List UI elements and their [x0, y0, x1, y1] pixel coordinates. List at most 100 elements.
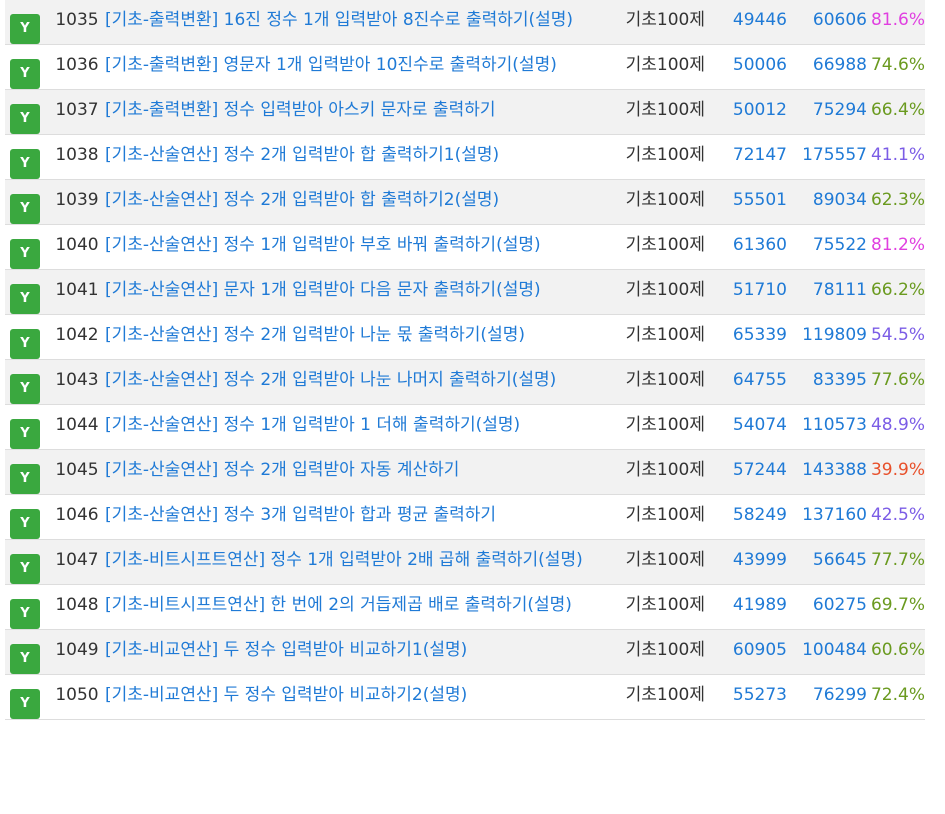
solved-count-link[interactable]: 41989 — [715, 592, 787, 619]
problem-id: 1038 — [55, 145, 99, 165]
submit-count-link[interactable]: 78111 — [787, 277, 867, 304]
solved-count-link[interactable]: 64755 — [715, 367, 787, 394]
submit-count-link[interactable]: 75294 — [787, 97, 867, 124]
problem-category: 기초100제 — [625, 190, 705, 210]
solved-cell: 55501 — [715, 179, 787, 225]
solved-badge[interactable]: Y — [10, 104, 40, 134]
solved-count-link[interactable]: 51710 — [715, 277, 787, 304]
submit-count-link[interactable]: 60606 — [787, 7, 867, 34]
problem-row: Y 1041 [기초-산술연산] 문자 1개 입력받아 다음 문자 출력하기(설… — [5, 269, 925, 315]
solved-cell: 57244 — [715, 449, 787, 495]
problem-title-link[interactable]: [기초-비교연산] 두 정수 입력받아 비교하기2(설명) — [105, 682, 613, 709]
submit-count-link[interactable]: 137160 — [787, 502, 867, 529]
submit-count-link[interactable]: 76299 — [787, 682, 867, 709]
accept-rate: 42.5% — [870, 505, 925, 525]
solved-count-link[interactable]: 61360 — [715, 232, 787, 259]
solved-count-link[interactable]: 65339 — [715, 322, 787, 349]
problem-id: 1037 — [55, 100, 99, 120]
solved-badge[interactable]: Y — [10, 239, 40, 269]
problem-title-link[interactable]: [기초-산술연산] 정수 2개 입력받아 합 출력하기2(설명) — [105, 187, 613, 214]
problem-title-link[interactable]: [기초-산술연산] 정수 2개 입력받아 나눈 몫 출력하기(설명) — [105, 322, 613, 349]
solved-badge[interactable]: Y — [10, 554, 40, 584]
problem-id: 1047 — [55, 550, 99, 570]
submit-count-link[interactable]: 100484 — [787, 637, 867, 664]
problem-id-cell: 1045 — [49, 449, 105, 495]
rate-cell: 77.6% — [867, 359, 925, 405]
problem-title-link[interactable]: [기초-출력변환] 16진 정수 1개 입력받아 8진수로 출력하기(설명) — [105, 7, 613, 34]
solved-badge[interactable]: Y — [10, 689, 40, 719]
solved-badge[interactable]: Y — [10, 149, 40, 179]
solved-count-link[interactable]: 50012 — [715, 97, 787, 124]
solved-badge[interactable]: Y — [10, 284, 40, 314]
problem-id: 1042 — [55, 325, 99, 345]
solved-count-link[interactable]: 49446 — [715, 7, 787, 34]
submit-count-link[interactable]: 119809 — [787, 322, 867, 349]
problem-title-link[interactable]: [기초-비트시프트연산] 정수 1개 입력받아 2배 곱해 출력하기(설명) — [105, 547, 613, 574]
solved-count-link[interactable]: 50006 — [715, 52, 787, 79]
solved-cell: 60905 — [715, 629, 787, 675]
submit-count-link[interactable]: 175557 — [787, 142, 867, 169]
problem-id: 1040 — [55, 235, 99, 255]
submit-count-link[interactable]: 66988 — [787, 52, 867, 79]
problem-title-link[interactable]: [기초-산술연산] 정수 1개 입력받아 1 더해 출력하기(설명) — [105, 412, 613, 439]
problem-list-table: Y 1035 [기초-출력변환] 16진 정수 1개 입력받아 8진수로 출력하… — [5, 0, 925, 720]
submits-cell: 76299 — [787, 674, 867, 720]
problem-title-link[interactable]: [기초-산술연산] 정수 2개 입력받아 자동 계산하기 — [105, 457, 613, 484]
submit-count-link[interactable]: 56645 — [787, 547, 867, 574]
solved-count-link[interactable]: 57244 — [715, 457, 787, 484]
category-cell: 기초100제 — [613, 449, 715, 495]
accept-rate: 62.3% — [870, 190, 925, 210]
solved-count-link[interactable]: 55501 — [715, 187, 787, 214]
problem-title-cell: [기초-산술연산] 문자 1개 입력받아 다음 문자 출력하기(설명) — [105, 269, 613, 315]
solved-cell: 55273 — [715, 674, 787, 720]
solved-badge[interactable]: Y — [10, 14, 40, 44]
submits-cell: 66988 — [787, 44, 867, 90]
solved-badge[interactable]: Y — [10, 644, 40, 674]
submits-cell: 75522 — [787, 224, 867, 270]
submit-count-link[interactable]: 60275 — [787, 592, 867, 619]
problem-category: 기초100제 — [625, 640, 705, 660]
accept-rate: 77.6% — [870, 370, 925, 390]
solved-badge[interactable]: Y — [10, 509, 40, 539]
solved-count-link[interactable]: 55273 — [715, 682, 787, 709]
problem-title-link[interactable]: [기초-산술연산] 정수 3개 입력받아 합과 평균 출력하기 — [105, 502, 613, 529]
problem-id-cell: 1047 — [49, 539, 105, 585]
solved-count-link[interactable]: 58249 — [715, 502, 787, 529]
submit-count-link[interactable]: 83395 — [787, 367, 867, 394]
badge-cell: Y — [5, 0, 49, 45]
solved-badge[interactable]: Y — [10, 419, 40, 449]
submit-count-link[interactable]: 75522 — [787, 232, 867, 259]
problem-id-cell: 1036 — [49, 44, 105, 90]
submit-count-link[interactable]: 143388 — [787, 457, 867, 484]
solved-count-link[interactable]: 72147 — [715, 142, 787, 169]
submits-cell: 75294 — [787, 89, 867, 135]
submit-count-link[interactable]: 89034 — [787, 187, 867, 214]
category-cell: 기초100제 — [613, 584, 715, 630]
problem-title-cell: [기초-산술연산] 정수 2개 입력받아 합 출력하기2(설명) — [105, 179, 613, 225]
problem-row: Y 1043 [기초-산술연산] 정수 2개 입력받아 나눈 나머지 출력하기(… — [5, 359, 925, 405]
solved-badge[interactable]: Y — [10, 374, 40, 404]
problem-title-link[interactable]: [기초-산술연산] 문자 1개 입력받아 다음 문자 출력하기(설명) — [105, 277, 613, 304]
problem-id: 1035 — [55, 10, 99, 30]
problem-title-link[interactable]: [기초-출력변환] 정수 입력받아 아스키 문자로 출력하기 — [105, 97, 613, 124]
problem-title-link[interactable]: [기초-비교연산] 두 정수 입력받아 비교하기1(설명) — [105, 637, 613, 664]
problem-title-link[interactable]: [기초-산술연산] 정수 2개 입력받아 나눈 나머지 출력하기(설명) — [105, 367, 613, 394]
problem-title-link[interactable]: [기초-산술연산] 정수 1개 입력받아 부호 바꿔 출력하기(설명) — [105, 232, 613, 259]
submit-count-link[interactable]: 110573 — [787, 412, 867, 439]
solved-badge[interactable]: Y — [10, 59, 40, 89]
solved-badge[interactable]: Y — [10, 464, 40, 494]
solved-badge[interactable]: Y — [10, 194, 40, 224]
problem-title-cell: [기초-산술연산] 정수 3개 입력받아 합과 평균 출력하기 — [105, 494, 613, 540]
solved-count-link[interactable]: 43999 — [715, 547, 787, 574]
problem-title-link[interactable]: [기초-비트시프트연산] 한 번에 2의 거듭제곱 배로 출력하기(설명) — [105, 592, 613, 619]
badge-cell: Y — [5, 584, 49, 630]
solved-count-link[interactable]: 54074 — [715, 412, 787, 439]
problem-title-link[interactable]: [기초-출력변환] 영문자 1개 입력받아 10진수로 출력하기(설명) — [105, 52, 613, 79]
problem-title-link[interactable]: [기초-산술연산] 정수 2개 입력받아 합 출력하기1(설명) — [105, 142, 613, 169]
category-cell: 기초100제 — [613, 494, 715, 540]
rate-cell: 81.6% — [867, 0, 925, 45]
category-cell: 기초100제 — [613, 0, 715, 45]
solved-badge[interactable]: Y — [10, 599, 40, 629]
solved-count-link[interactable]: 60905 — [715, 637, 787, 664]
solved-badge[interactable]: Y — [10, 329, 40, 359]
